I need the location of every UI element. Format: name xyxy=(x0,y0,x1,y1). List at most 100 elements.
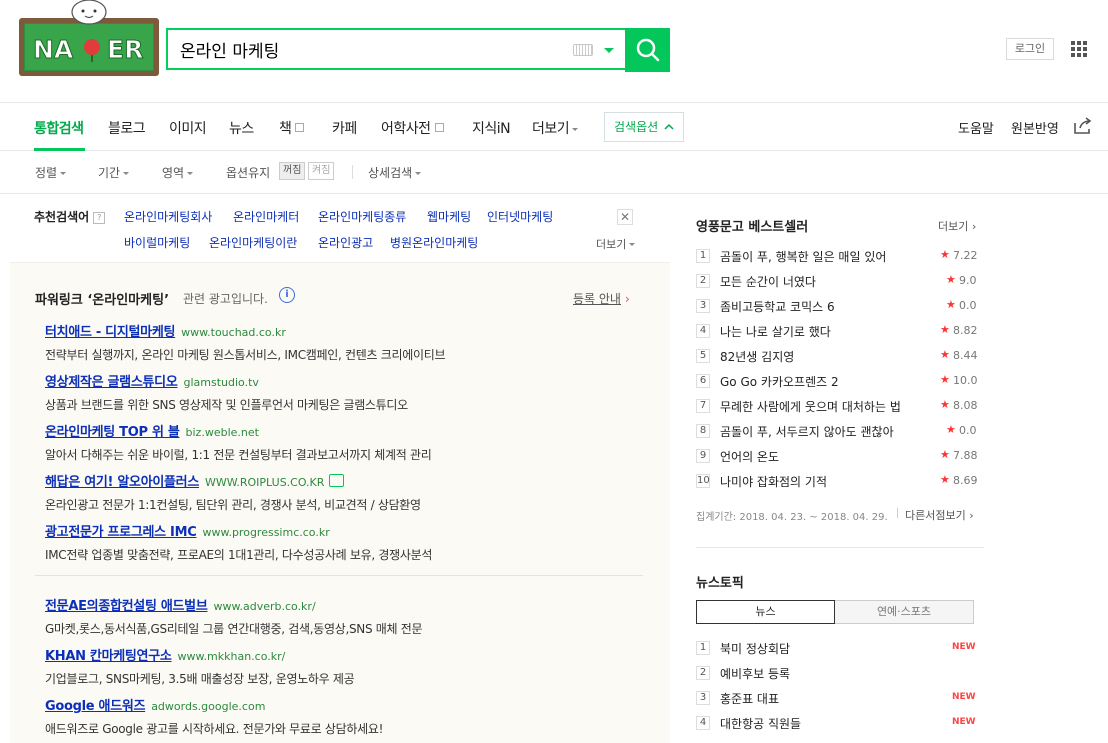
sort-filter[interactable]: 정렬 xyxy=(35,164,67,181)
news-topic-text[interactable]: 대한항공 직원들 xyxy=(720,715,801,732)
ad-url[interactable]: www.progressimc.co.kr xyxy=(202,526,329,539)
ad-url[interactable]: biz.weble.net xyxy=(186,426,259,439)
new-badge: NEW xyxy=(952,692,976,702)
talk-icon[interactable] xyxy=(329,474,345,487)
autocomplete-toggle-icon[interactable] xyxy=(604,48,614,53)
help-link[interactable]: 도움말 xyxy=(958,118,994,137)
related-keyword[interactable]: 인터넷마케팅 xyxy=(487,208,553,225)
related-keyword[interactable]: 온라인마케팅종류 xyxy=(318,208,406,225)
rank-number: 1 xyxy=(696,249,710,263)
detail-search-filter[interactable]: 상세검색 xyxy=(368,164,422,181)
ad-item: 터치애드 - 디지털마케팅 www.touchad.co.kr 전략부터 실행까지… xyxy=(45,321,645,363)
tab-kin[interactable]: 지식iN xyxy=(472,118,511,138)
tab-blog[interactable]: 블로그 xyxy=(108,118,146,138)
book-title[interactable]: 언어의 온도 xyxy=(720,448,779,465)
related-keyword[interactable]: 온라인광고 xyxy=(318,234,373,251)
news-topic-text[interactable]: 북미 정상회담 xyxy=(720,640,790,657)
rank-number: 4 xyxy=(696,716,710,730)
ad-title[interactable]: KHAN 칸마케팅연구소 xyxy=(45,649,172,664)
info-icon[interactable]: i xyxy=(279,287,295,303)
tab-cafe[interactable]: 카페 xyxy=(332,118,357,138)
news-tab-news[interactable]: 뉴스 xyxy=(696,600,835,624)
news-topic-text[interactable]: 홍준표 대표 xyxy=(720,690,779,707)
ad-url[interactable]: adwords.google.com xyxy=(151,700,265,713)
keyboard-icon[interactable] xyxy=(573,44,593,56)
news-topic-item[interactable]: 2 예비후보 등록 xyxy=(696,665,976,685)
star-icon: ★ xyxy=(940,348,950,361)
related-keyword[interactable]: 병원온라인마케팅 xyxy=(390,234,478,251)
svg-text:NA: NA xyxy=(33,35,74,64)
ad-title[interactable]: Google 애드워즈 xyxy=(45,699,145,714)
tab-integrated[interactable]: 통합검색 xyxy=(34,118,84,138)
bestseller-more-link[interactable]: 더보기 › xyxy=(938,218,976,234)
news-topic-text[interactable]: 예비후보 등록 xyxy=(720,665,790,682)
search-options-button[interactable]: 검색옵션 xyxy=(604,112,684,142)
ad-register-link[interactable]: 등록 안내 › xyxy=(573,290,630,307)
bestseller-item[interactable]: 2 모든 순간이 너였다 ★ 9.0 xyxy=(696,273,977,293)
ad-title[interactable]: 광고전문가 프로그레스 IMC xyxy=(45,525,197,540)
ad-title[interactable]: 해답은 여기! 알오아이플러스 xyxy=(45,475,199,490)
caret-down-icon xyxy=(572,128,579,131)
news-topic-item[interactable]: 1 북미 정상회담 NEW xyxy=(696,640,976,660)
bestseller-item[interactable]: 1 곰돌이 푸, 행복한 일은 매일 있어 ★ 7.22 xyxy=(696,248,978,268)
tab-more[interactable]: 더보기 xyxy=(532,118,579,138)
book-title[interactable]: 곰돌이 푸, 서두르지 않아도 괜찮아 xyxy=(720,423,894,440)
feedback-link[interactable]: 원본반영 xyxy=(1011,118,1059,137)
tab-dictionary[interactable]: 어학사전 xyxy=(381,118,444,138)
close-icon[interactable]: ✕ xyxy=(617,209,633,225)
ad-title[interactable]: 전문AE의종합컨설팅 애드벌브 xyxy=(45,599,208,614)
bestseller-item[interactable]: 6 Go Go 카카오프렌즈 2 ★ 10.0 xyxy=(696,373,978,393)
book-title[interactable]: 무례한 사람에게 웃으며 대처하는 법 xyxy=(720,398,901,415)
related-keyword[interactable]: 온라인마케팅회사 xyxy=(124,208,212,225)
bestseller-item[interactable]: 4 나는 나로 살기로 했다 ★ 8.82 xyxy=(696,323,978,343)
option-keep-on[interactable]: 켜짐 xyxy=(308,162,335,180)
ad-title[interactable]: 영상제작은 글램스튜디오 xyxy=(45,375,178,390)
ad-url[interactable]: www.mkkhan.co.kr/ xyxy=(178,650,286,663)
star-icon: ★ xyxy=(940,398,950,411)
option-keep-off[interactable]: 꺼짐 xyxy=(279,162,306,180)
book-rating: 7.88 xyxy=(953,449,978,462)
ad-url[interactable]: glamstudio.tv xyxy=(184,376,259,389)
star-icon: ★ xyxy=(946,298,956,311)
related-keyword[interactable]: 온라인마케팅이란 xyxy=(209,234,297,251)
bestseller-item[interactable]: 3 좀비고등학교 코믹스 6 ★ 0.0 xyxy=(696,298,977,318)
bestseller-item[interactable]: 8 곰돌이 푸, 서두르지 않아도 괜찮아 ★ 0.0 xyxy=(696,423,977,443)
news-topic-item[interactable]: 3 홍준표 대표 NEW xyxy=(696,690,976,710)
book-title[interactable]: 좀비고등학교 코믹스 6 xyxy=(720,298,835,315)
help-icon[interactable]: ? xyxy=(93,212,106,224)
book-title[interactable]: 모든 순간이 너였다 xyxy=(720,273,816,290)
bestseller-item[interactable]: 7 무례한 사람에게 웃으며 대처하는 법 ★ 8.08 xyxy=(696,398,978,418)
bestseller-item[interactable]: 9 언어의 온도 ★ 7.88 xyxy=(696,448,978,468)
tab-book[interactable]: 책 xyxy=(279,118,305,138)
ad-url[interactable]: www.adverb.co.kr/ xyxy=(214,600,316,613)
news-tab-entertainment[interactable]: 연예·스포츠 xyxy=(835,600,974,624)
ad-url[interactable]: www.touchad.co.kr xyxy=(181,326,286,339)
book-title[interactable]: 82년생 김지영 xyxy=(720,348,794,365)
ad-title[interactable]: 터치애드 - 디지털마케팅 xyxy=(45,325,175,340)
search-button[interactable] xyxy=(625,28,670,72)
ad-url[interactable]: WWW.ROIPLUS.CO.KR xyxy=(205,476,324,489)
book-title[interactable]: 곰돌이 푸, 행복한 일은 매일 있어 xyxy=(720,248,886,265)
other-store-link[interactable]: 다른서점보기 › xyxy=(905,507,974,523)
apps-grid-icon[interactable] xyxy=(1071,41,1087,57)
naver-logo[interactable]: NA ER xyxy=(17,0,161,80)
news-topic-item[interactable]: 4 대한항공 직원들 NEW xyxy=(696,715,976,735)
tab-news[interactable]: 뉴스 xyxy=(229,118,254,138)
ad-title[interactable]: 온라인마케팅 TOP 위 블 xyxy=(45,425,180,440)
login-button[interactable]: 로그인 xyxy=(1006,38,1054,60)
period-filter[interactable]: 기간 xyxy=(98,164,130,181)
bestseller-item[interactable]: 5 82년생 김지영 ★ 8.44 xyxy=(696,348,978,368)
book-title[interactable]: 나미야 잡화점의 기적 xyxy=(720,473,827,490)
search-tabs: 통합검색 블로그 이미지 뉴스 책 카페 어학사전 지식iN 더보기 검색옵션 … xyxy=(0,102,1108,151)
related-keyword[interactable]: 바이럴마케팅 xyxy=(124,234,190,251)
area-filter[interactable]: 영역 xyxy=(162,164,194,181)
book-title[interactable]: Go Go 카카오프렌즈 2 xyxy=(720,373,839,390)
book-title[interactable]: 나는 나로 살기로 했다 xyxy=(720,323,831,340)
tab-image[interactable]: 이미지 xyxy=(169,118,207,138)
related-more-button[interactable]: 더보기 xyxy=(596,236,636,252)
related-keyword[interactable]: 온라인마케터 xyxy=(233,208,299,225)
search-input[interactable] xyxy=(180,36,570,62)
bestseller-item[interactable]: 10 나미야 잡화점의 기적 ★ 8.69 xyxy=(696,473,978,493)
share-icon[interactable] xyxy=(1073,117,1093,135)
related-keyword[interactable]: 웹마케팅 xyxy=(427,208,471,225)
